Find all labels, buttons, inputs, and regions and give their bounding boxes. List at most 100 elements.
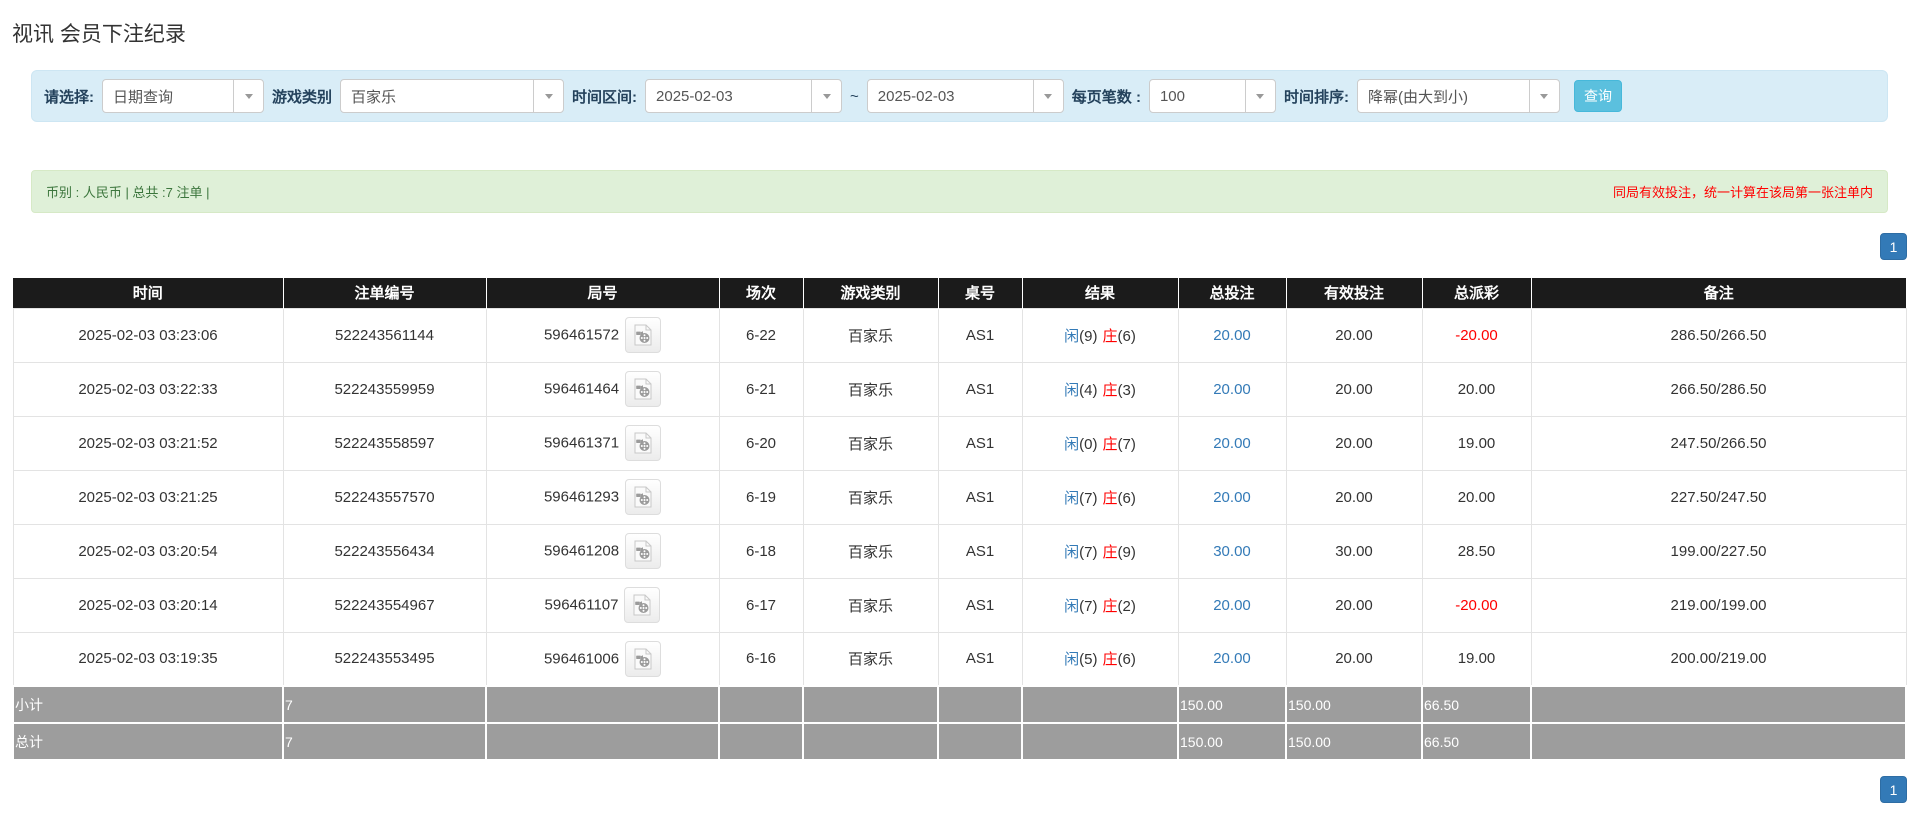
search-button[interactable]: 查询: [1573, 80, 1622, 112]
round-id-text: 596461464: [543, 380, 620, 398]
round-id-text: 596461006: [543, 650, 620, 668]
cell-time: 2025-02-03 03:21:52: [12, 415, 284, 471]
cell-total-bet[interactable]: 20.00: [1177, 361, 1287, 417]
cell-game-type: 百家乐: [802, 361, 939, 417]
sort-order-select[interactable]: 降幂(由大到小): [1356, 79, 1560, 113]
cell-bet-id: 522243553495: [282, 631, 487, 687]
player-result-label: 闲: [1064, 543, 1080, 561]
banker-score: (6): [1117, 489, 1136, 507]
subtotal-empty-cell: [485, 685, 720, 724]
chevron-down-icon: [233, 80, 263, 112]
cell-result: 闲(4) 庄(3): [1021, 361, 1179, 417]
column-header-result: 结果: [1022, 278, 1179, 308]
date-to-select[interactable]: 2025-02-03: [866, 79, 1064, 113]
column-header-table-id: 桌号: [938, 278, 1023, 308]
video-replay-button[interactable]: [625, 425, 662, 461]
banker-score: (6): [1117, 651, 1136, 669]
banker-result-label: 庄: [1102, 597, 1118, 615]
cell-result: 闲(7) 庄(6): [1021, 469, 1179, 525]
total-empty-cell: [1021, 722, 1179, 761]
cell-result: 闲(9) 庄(6): [1021, 307, 1179, 363]
subtotal-row: 小计 7 150.00 150.00 66.50: [12, 685, 1907, 724]
cell-note: 286.50/266.50: [1530, 307, 1907, 363]
time-range-label: 时间区间:: [572, 88, 638, 106]
cell-total-bet[interactable]: 20.00: [1177, 469, 1287, 525]
table-body: 2025-02-03 03:23:06 522243561144 5964615…: [12, 307, 1907, 687]
cell-valid-bet: 20.00: [1285, 631, 1423, 687]
video-replay-button[interactable]: [625, 317, 662, 353]
summary-bar: 币别 : 人民币 | 总共 :7 注单 | 同局有效投注，统一计算在该局第一张注…: [31, 170, 1888, 213]
player-score: (7): [1079, 543, 1098, 561]
cell-result: 闲(0) 庄(7): [1021, 415, 1179, 471]
cell-note: 219.00/199.00: [1530, 577, 1907, 633]
cell-table-id: AS1: [937, 469, 1023, 525]
video-replay-button[interactable]: [625, 533, 662, 569]
banker-result-label: 庄: [1102, 489, 1118, 507]
cell-round-id: 596461572: [485, 307, 720, 363]
cell-total-bet[interactable]: 20.00: [1177, 415, 1287, 471]
date-range-separator: ~: [850, 87, 859, 105]
cell-bet-id: 522243559959: [282, 361, 487, 417]
table-row: 2025-02-03 03:20:14 522243554967 5964611…: [12, 577, 1907, 633]
column-header-session: 场次: [719, 278, 804, 308]
cell-round-id: 596461107: [485, 577, 720, 633]
film-reel-icon: [634, 648, 652, 670]
round-id-text: 596461293: [543, 488, 620, 506]
table-row: 2025-02-03 03:22:33 522243559959 5964614…: [12, 361, 1907, 417]
cell-total-bet[interactable]: 20.00: [1177, 307, 1287, 363]
total-label: 总计: [12, 722, 284, 761]
column-header-bet-id: 注单编号: [283, 278, 487, 308]
cell-table-id: AS1: [937, 361, 1023, 417]
cell-game-type: 百家乐: [802, 469, 939, 525]
page-button-1[interactable]: 1: [1880, 776, 1907, 803]
cell-total-bet[interactable]: 20.00: [1177, 631, 1287, 687]
chevron-down-icon: [533, 80, 563, 112]
date-from-select[interactable]: 2025-02-03: [645, 79, 843, 113]
banker-score: (3): [1117, 381, 1136, 399]
date-from-value: 2025-02-03: [656, 87, 733, 105]
game-type-select[interactable]: 百家乐: [340, 79, 565, 113]
cell-note: 247.50/266.50: [1530, 415, 1907, 471]
cell-total-bet[interactable]: 20.00: [1177, 577, 1287, 633]
query-type-select[interactable]: 日期查询: [102, 79, 264, 113]
table-row: 2025-02-03 03:21:25 522243557570 5964612…: [12, 469, 1907, 525]
game-type-value: 百家乐: [351, 88, 397, 106]
cell-valid-bet: 30.00: [1285, 523, 1423, 579]
cell-session: 6-17: [718, 577, 804, 633]
cell-round-id: 596461006: [485, 631, 720, 687]
subtotal-count: 7: [282, 685, 487, 724]
total-total-bet: 150.00: [1177, 722, 1287, 761]
cell-time: 2025-02-03 03:22:33: [12, 361, 284, 417]
page-button-1[interactable]: 1: [1880, 233, 1907, 260]
subtotal-empty-cell: [802, 685, 939, 724]
cell-total-bet[interactable]: 30.00: [1177, 523, 1287, 579]
cell-payout: 19.00: [1421, 415, 1532, 471]
total-empty-cell: [485, 722, 720, 761]
cell-game-type: 百家乐: [802, 631, 939, 687]
video-replay-button[interactable]: [625, 479, 662, 515]
date-to-value: 2025-02-03: [877, 87, 955, 105]
subtotal-empty-cell: [937, 685, 1023, 724]
player-result-label: 闲: [1064, 381, 1080, 399]
column-header-round-id: 局号: [486, 278, 720, 308]
video-replay-button[interactable]: [625, 371, 662, 407]
subtotal-empty-cell: [1530, 685, 1907, 724]
cell-result: 闲(7) 庄(2): [1021, 577, 1179, 633]
cell-game-type: 百家乐: [802, 577, 939, 633]
player-score: (7): [1079, 489, 1098, 507]
cell-session: 6-16: [718, 631, 804, 687]
game-type-label: 游戏类别: [272, 88, 333, 106]
player-score: (7): [1079, 597, 1098, 615]
video-replay-button[interactable]: [625, 640, 662, 677]
video-replay-button[interactable]: [624, 587, 661, 623]
round-id-text: 596461572: [543, 326, 620, 344]
cell-bet-id: 522243554967: [282, 577, 487, 633]
total-valid-bet: 150.00: [1285, 722, 1423, 761]
subtotal-empty-cell: [718, 685, 804, 724]
sort-order-label: 时间排序:: [1283, 88, 1349, 106]
cell-time: 2025-02-03 03:20:54: [12, 523, 284, 579]
total-payout: 66.50: [1421, 722, 1532, 761]
banker-result-label: 庄: [1102, 435, 1118, 453]
cell-time: 2025-02-03 03:19:35: [12, 631, 284, 687]
page-size-select[interactable]: 100: [1148, 79, 1276, 113]
